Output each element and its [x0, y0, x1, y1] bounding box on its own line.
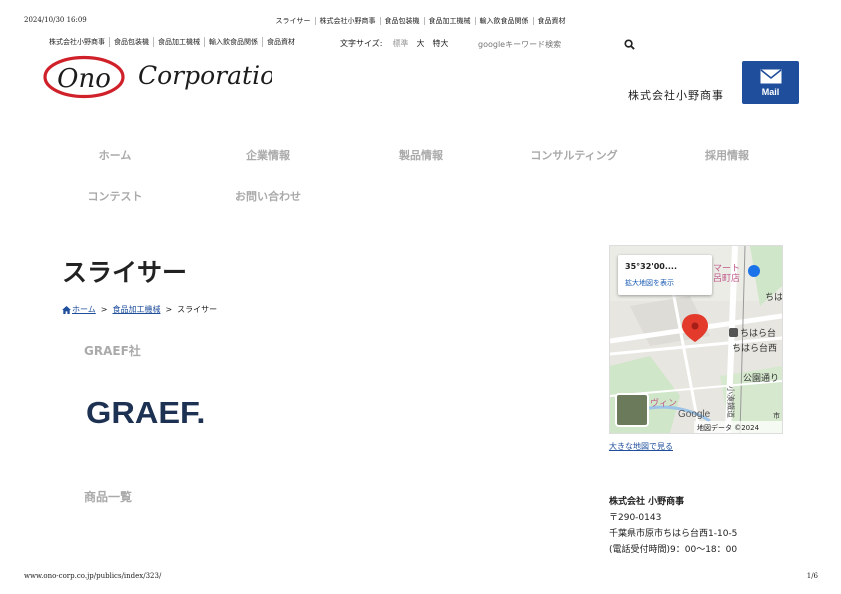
print-url: www.ono-corp.co.jp/publics/index/323/ [24, 572, 162, 580]
breadcrumb: ホーム > 食品加工機械 > スライサー [62, 304, 217, 315]
contact-postal-code: 〒290-0143 [609, 513, 662, 523]
map-label: 市 [773, 411, 780, 420]
map-enlarge-link[interactable]: 拡大地図を表示 [625, 278, 674, 288]
contact-hours: (電話受付時間)9：00〜18：00 [609, 545, 738, 555]
nav-recruit[interactable]: 採用情報 [657, 147, 797, 163]
utility-link-company[interactable]: 株式会社小野商事 [45, 37, 110, 47]
contact-info: 株式会社 小野商事 〒290-0143 千葉県市原市ちはら台西1-10-5 (電… [609, 494, 737, 558]
map-label: ちは [765, 292, 782, 303]
print-title-part: 株式会社小野商事 [315, 17, 381, 25]
utility-nav: 株式会社小野商事 食品包装機 食品加工機械 輸入飲食品関係 食品資材 [45, 37, 299, 47]
contact-company-name: 株式会社 小野商事 [609, 497, 685, 507]
print-page-number: 1/6 [806, 572, 818, 580]
logo-graphic: Ono Corporation [43, 55, 291, 99]
logo-word: Corporation [138, 61, 272, 90]
utility-link-import[interactable]: 輸入飲食品関係 [205, 37, 263, 47]
search-icon [623, 38, 635, 50]
utility-link-packaging[interactable]: 食品包装機 [110, 37, 154, 47]
header-company-name: 株式会社小野商事 [628, 89, 724, 102]
nav-products[interactable]: 製品情報 [351, 147, 491, 163]
font-size-switcher: 文字サイズ: 標準 大 特大 [340, 38, 448, 49]
site-logo[interactable]: Ono Corporation [42, 54, 291, 102]
search-button[interactable] [622, 37, 636, 51]
google-map[interactable]: マート 呂町店 ちは ちはら台 ちはら台西 公園通り 小湊鐵道 ヴィン 市 Go… [609, 245, 783, 434]
brand-heading: GRAEF社 [84, 344, 141, 358]
print-title-part: 食品加工機械 [424, 17, 476, 25]
print-title-part: スライサー [271, 17, 316, 25]
map-label: 小湊鐵道 [726, 386, 736, 418]
breadcrumb-separator: > [165, 305, 173, 314]
logo-mark: Ono [57, 64, 111, 94]
font-size-standard[interactable]: 標準 [392, 38, 408, 49]
map-label: ヴィン [650, 397, 677, 409]
map-attribution: 地図データ ©2024 [697, 423, 760, 432]
print-title: スライサー 株式会社小野商事 食品包装機 食品加工機械 輸入飲食品関係 食品資材 [0, 16, 841, 26]
google-wordmark: Google [678, 409, 711, 420]
home-icon [62, 305, 71, 314]
breadcrumb-home[interactable]: ホーム [72, 304, 96, 315]
font-size-large[interactable]: 大 [416, 38, 424, 49]
map-label: 公園通り [743, 373, 779, 384]
breadcrumb-category[interactable]: 食品加工機械 [112, 304, 160, 315]
nav-home[interactable]: ホーム [45, 147, 185, 163]
print-title-part: 輸入飲食品関係 [475, 17, 534, 25]
envelope-icon [760, 68, 781, 83]
mail-label: Mail [761, 86, 780, 97]
font-size-label: 文字サイズ: [340, 39, 383, 48]
page-title: スライサー [62, 258, 188, 287]
font-size-xlarge[interactable]: 特大 [432, 38, 448, 49]
nav-contest[interactable]: コンテスト [45, 188, 185, 204]
map-label: ちはら台西 [732, 342, 777, 354]
map-label: マート [713, 264, 740, 274]
view-large-map-link[interactable]: 大きな地図で見る [609, 441, 673, 452]
mail-button[interactable]: Mail [742, 61, 799, 104]
breadcrumb-current: スライサー [177, 305, 218, 314]
print-title-part: 食品資材 [537, 17, 566, 25]
search-box [476, 35, 636, 53]
products-heading: 商品一覧 [84, 490, 133, 504]
map-coordinates: 35°32'00.... [625, 262, 678, 271]
map-info-card: 35°32'00.... 拡大地図を表示 [618, 255, 712, 295]
utility-link-materials[interactable]: 食品資材 [263, 37, 299, 47]
map-label: 呂町店 [713, 272, 740, 284]
nav-consulting[interactable]: コンサルティング [504, 147, 644, 163]
utility-link-processing[interactable]: 食品加工機械 [154, 37, 205, 47]
print-title-part: 食品包装機 [380, 17, 425, 25]
breadcrumb-separator: > [100, 305, 108, 314]
nav-company[interactable]: 企業情報 [198, 147, 338, 163]
search-input[interactable] [476, 38, 610, 50]
graef-brand-logo[interactable]: GRAEF. [86, 395, 205, 431]
contact-address: 千葉県市原市ちはら台西1-10-5 [609, 529, 738, 539]
nav-contact[interactable]: お問い合わせ [198, 188, 338, 204]
map-label: ちはら台 [740, 327, 776, 339]
